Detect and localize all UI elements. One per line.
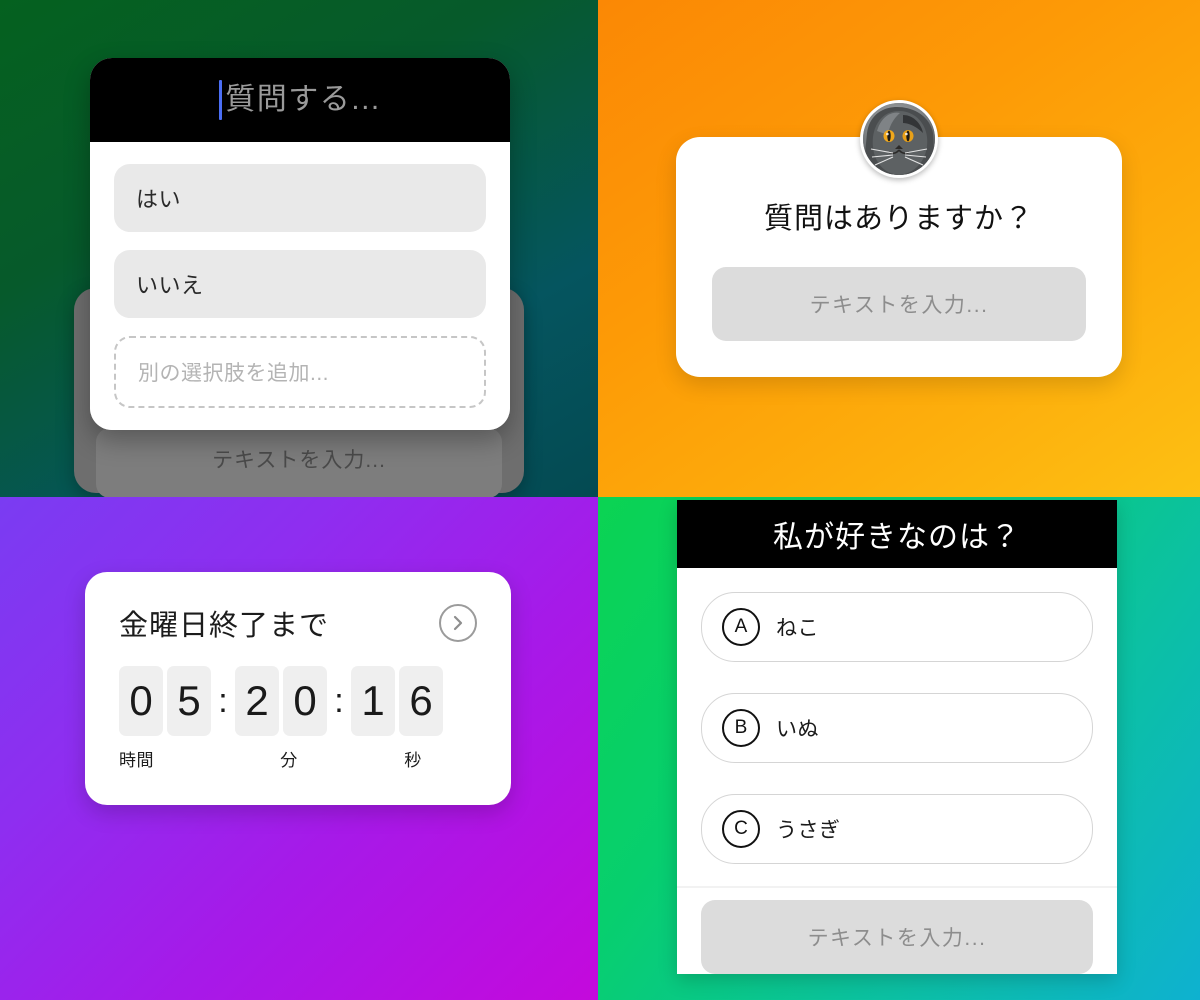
question-input-placeholder: テキストを入力... bbox=[809, 294, 989, 317]
quiz-card-body: A ねこ B いぬ C うさぎ bbox=[677, 568, 1117, 886]
quiz-option-c[interactable]: C うさぎ bbox=[701, 794, 1093, 864]
quiz-option-a[interactable]: A ねこ bbox=[701, 592, 1093, 662]
quiz-option-label: うさぎ bbox=[776, 819, 841, 842]
countdown-hour-tens: 0 bbox=[119, 666, 163, 736]
sticker-panel-grid: テキストを入力... 質問する... はい いいえ 別の選択肢を追加... 質問… bbox=[0, 0, 1200, 1000]
quiz-text-input[interactable]: テキストを入力... bbox=[701, 900, 1093, 974]
panel-quiz-sticker: 私が好きなのは？ A ねこ B いぬ C うさぎ テキストを入力... bbox=[598, 497, 1200, 1000]
countdown-hour-ones: 5 bbox=[167, 666, 211, 736]
quiz-input-placeholder: テキストを入力... bbox=[807, 927, 987, 950]
countdown-unit-labels: 時間 分 秒 bbox=[119, 746, 477, 771]
background-text-input[interactable]: テキストを入力... bbox=[96, 428, 502, 497]
quiz-option-label: いぬ bbox=[776, 718, 819, 741]
quiz-title: 私が好きなのは？ bbox=[773, 521, 1021, 554]
countdown-title: 金曜日終了まで bbox=[119, 610, 330, 642]
countdown-unit-hours: 時間 bbox=[119, 751, 154, 770]
poll-option-yes[interactable]: はい bbox=[114, 164, 486, 232]
poll-card: 質問する... はい いいえ 別の選択肢を追加... bbox=[90, 58, 510, 430]
countdown-card: 金曜日終了まで 0 5 : 2 0 : 1 6 時間 分 秒 bbox=[85, 572, 511, 805]
poll-add-option-placeholder: 別の選択肢を追加... bbox=[138, 362, 330, 385]
quiz-option-label: ねこ bbox=[776, 617, 819, 640]
countdown-separator: : bbox=[334, 681, 344, 720]
quiz-card-header: 私が好きなのは？ bbox=[677, 500, 1117, 568]
quiz-option-badge: B bbox=[722, 709, 760, 747]
countdown-digits: 0 5 : 2 0 : 1 6 bbox=[119, 666, 477, 736]
poll-card-body: はい いいえ 別の選択肢を追加... bbox=[90, 142, 510, 430]
panel-countdown-sticker: 金曜日終了まで 0 5 : 2 0 : 1 6 時間 分 秒 bbox=[0, 497, 598, 1000]
countdown-separator: : bbox=[218, 681, 228, 720]
background-text-input-placeholder: テキストを入力... bbox=[212, 449, 386, 472]
countdown-minute-tens: 2 bbox=[235, 666, 279, 736]
question-text-input[interactable]: テキストを入力... bbox=[712, 267, 1086, 341]
countdown-unit-seconds: 秒 bbox=[404, 751, 422, 770]
question-title: 質問はありますか？ bbox=[763, 203, 1034, 235]
poll-question-placeholder[interactable]: 質問する... bbox=[225, 85, 381, 115]
poll-option-label: いいえ bbox=[136, 273, 204, 298]
countdown-unit-minutes: 分 bbox=[280, 751, 298, 770]
chevron-right-icon[interactable] bbox=[439, 604, 477, 642]
quiz-option-badge: A bbox=[722, 608, 760, 646]
panel-poll-sticker: テキストを入力... 質問する... はい いいえ 別の選択肢を追加... bbox=[0, 0, 598, 497]
poll-option-no[interactable]: いいえ bbox=[114, 250, 486, 318]
countdown-second-tens: 1 bbox=[351, 666, 395, 736]
text-cursor-icon bbox=[219, 80, 223, 120]
countdown-minute-ones: 0 bbox=[283, 666, 327, 736]
quiz-card: 私が好きなのは？ A ねこ B いぬ C うさぎ テキストを入力... bbox=[677, 500, 1117, 974]
poll-option-label: はい bbox=[136, 187, 182, 212]
quiz-option-badge: C bbox=[722, 810, 760, 848]
quiz-option-b[interactable]: B いぬ bbox=[701, 693, 1093, 763]
question-card: 質問はありますか？ テキストを入力... bbox=[676, 100, 1122, 377]
poll-card-header: 質問する... bbox=[90, 58, 510, 142]
poll-add-option-field[interactable]: 別の選択肢を追加... bbox=[114, 336, 486, 408]
countdown-second-ones: 6 bbox=[399, 666, 443, 736]
panel-question-sticker: 質問はありますか？ テキストを入力... bbox=[598, 0, 1200, 497]
cat-avatar bbox=[860, 100, 938, 178]
